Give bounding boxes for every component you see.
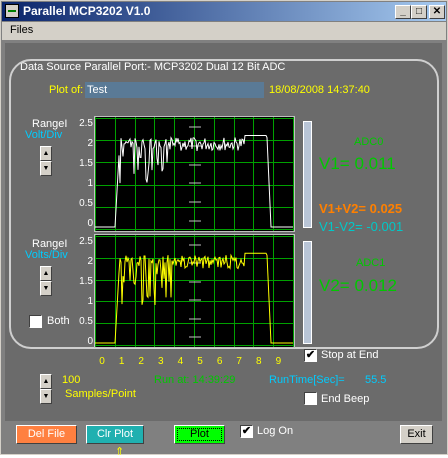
x-tick-label: 1	[118, 356, 125, 367]
x-tick-label: 0	[99, 356, 105, 367]
samples-up-arrow-icon[interactable]: ▲	[40, 374, 52, 389]
y-tick-label-adc0: 1.5	[79, 158, 93, 169]
y-tick-label-adc0: 0	[87, 218, 93, 229]
range1-up-arrow-icon[interactable]: ▲	[40, 146, 52, 161]
y-tick-label-adc1: 1.5	[79, 276, 93, 287]
y-tick-label-adc1: 2.5	[79, 236, 93, 247]
log-on-checkbox[interactable]: ✔	[240, 425, 253, 438]
both-label: Both	[47, 315, 70, 327]
y-tick-label-adc0: 2	[87, 138, 93, 149]
del-file-button[interactable]: Del File	[16, 425, 77, 444]
diff-value: V1-V2= -0.001	[319, 219, 404, 234]
end-beep-checkbox[interactable]	[304, 392, 317, 405]
samples-label: Samples/Point	[65, 388, 136, 400]
x-tick-label: 5	[197, 356, 203, 367]
clr-plot-button[interactable]: Clr Plot	[86, 425, 144, 444]
app-icon	[5, 4, 19, 18]
adc1-value: V2= 0.012	[319, 276, 397, 295]
x-tick-label: 8	[256, 356, 262, 367]
y-tick-label-adc0: 1	[87, 178, 93, 189]
sum-value: V1+V2= 0.025	[319, 201, 403, 216]
adc0-value: V1= 0.011	[319, 154, 396, 173]
samples-value: 100	[62, 374, 81, 386]
plot-of-label: Plot of:	[49, 84, 84, 96]
adc1-level-bar	[303, 241, 312, 344]
adc1-plot	[94, 234, 295, 348]
datetime-label: 18/08/2008 14:37:40	[269, 84, 370, 96]
adc1-trace-canvas	[95, 235, 294, 347]
plot-button[interactable]: Plot	[174, 425, 225, 444]
menu-bar: Files	[2, 22, 446, 40]
x-tick-label: 6	[216, 356, 223, 367]
exit-button[interactable]: Exit	[400, 425, 433, 444]
close-button[interactable]: ✕	[429, 5, 445, 19]
maximize-button[interactable]: □	[411, 5, 427, 19]
end-beep-label: End Beep	[321, 393, 370, 405]
adc0-level-bar	[303, 121, 312, 228]
both-checkbox[interactable]	[29, 315, 42, 328]
run-at-label: Run at: 14:39:29	[154, 374, 236, 386]
y-tick-label-adc0: 0.5	[79, 198, 93, 209]
y-tick-label-adc1: 0	[87, 336, 93, 347]
x-tick-label: 7	[236, 356, 242, 367]
mouse-cursor-icon: ⇑	[115, 446, 125, 458]
range2-sub-label: Volts/Div	[25, 249, 68, 261]
app-window: Parallel MCP3202 V1.0 _ □ ✕ Files Data S…	[0, 0, 448, 458]
adc0-plot	[94, 116, 295, 232]
minimize-button[interactable]: _	[395, 5, 411, 19]
stop-at-end-checkbox[interactable]: ✔	[304, 349, 317, 362]
adc1-label: ADC1	[356, 257, 386, 269]
x-tick-label: 2	[138, 356, 144, 367]
log-on-label: Log On	[257, 425, 294, 437]
y-tick-label-adc1: 2	[87, 256, 93, 267]
y-tick-label-adc1: 1	[87, 296, 93, 307]
stop-at-end-label: Stop at End	[321, 349, 379, 361]
range2-down-arrow-icon[interactable]: ▼	[40, 281, 52, 296]
adc0-trace-canvas	[95, 117, 294, 231]
title-bar: Parallel MCP3202 V1.0 _ □ ✕	[2, 2, 446, 21]
y-tick-label-adc1: 0.5	[79, 316, 93, 327]
y-tick-label-adc0: 2.5	[79, 118, 93, 129]
range2-up-arrow-icon[interactable]: ▲	[40, 266, 52, 281]
samples-down-arrow-icon[interactable]: ▼	[40, 389, 52, 404]
range1-down-arrow-icon[interactable]: ▼	[40, 161, 52, 176]
plot-of-input[interactable]: Test	[85, 82, 264, 98]
window-title: Parallel MCP3202 V1.0	[23, 4, 151, 18]
adc0-label: ADC0	[354, 136, 384, 148]
menu-files[interactable]: Files	[10, 24, 33, 36]
range1-sub-label: Volt/Div	[25, 129, 63, 141]
runtime-value: 55.5	[365, 374, 387, 386]
runtime-label: RunTime[Sec]=	[269, 374, 345, 386]
x-tick-label: 4	[177, 356, 184, 367]
x-tick-label: 9	[275, 356, 282, 367]
x-tick-label: 3	[158, 356, 164, 367]
